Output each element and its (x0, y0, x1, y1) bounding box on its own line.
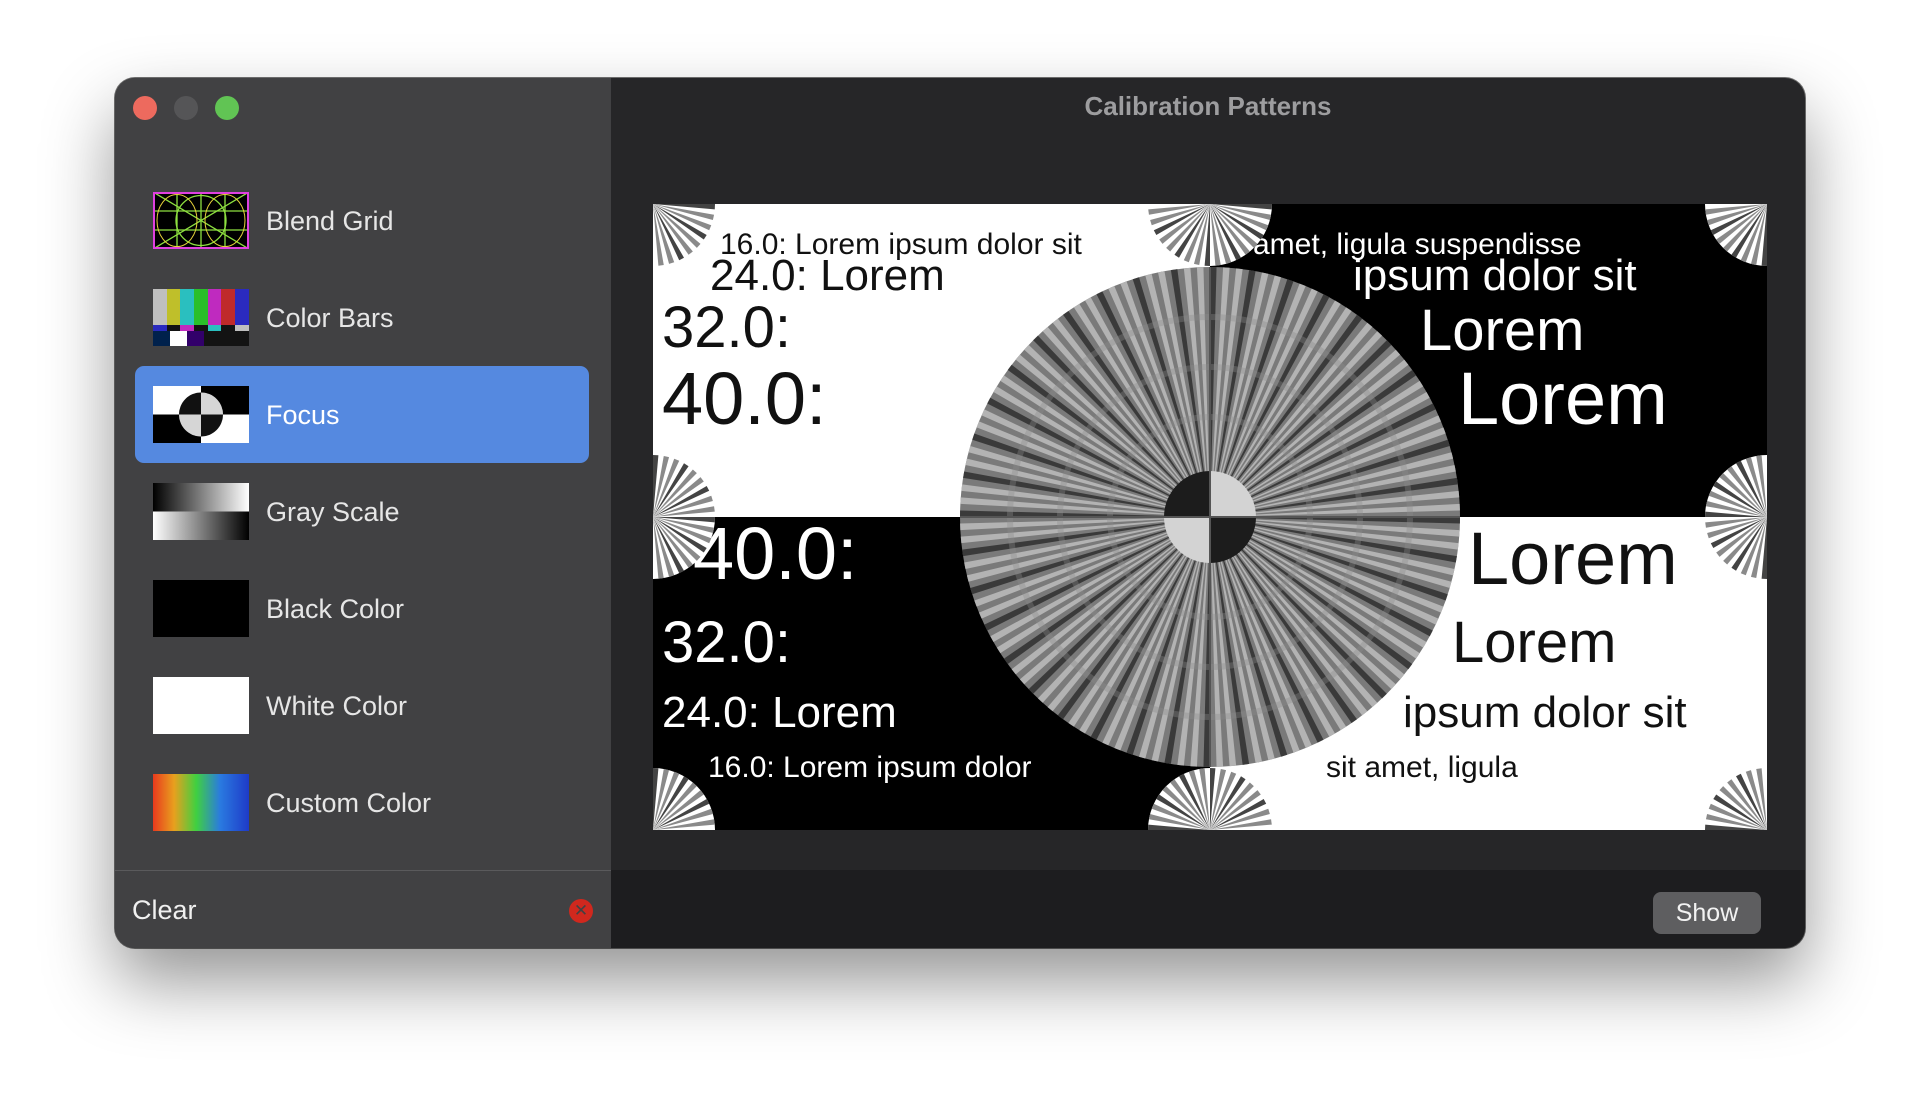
sidebar-item-focus[interactable]: Focus (135, 366, 589, 463)
clear-label: Clear (132, 895, 197, 925)
traffic-lights (133, 96, 239, 120)
corner-focus-star (653, 455, 715, 579)
pattern-list: Blend Grid Color Bars Focus Gray Scale B… (135, 172, 589, 851)
clear-x-icon[interactable]: ✕ (569, 899, 593, 923)
corner-focus-star (1148, 768, 1272, 830)
sidebar-item-label: Focus (266, 400, 340, 430)
sidebar-item-label: Custom Color (266, 788, 432, 818)
corner-focus-star (1705, 455, 1767, 579)
corner-focus-star (653, 204, 715, 266)
corner-focus-star (1705, 768, 1767, 830)
white-color-icon (153, 677, 249, 734)
bottom-toolbar: Show (611, 870, 1805, 948)
gray-scale-icon (153, 483, 249, 540)
show-button[interactable]: Show (1653, 892, 1761, 934)
calibration-window: Blend Grid Color Bars Focus Gray Scale B… (115, 78, 1805, 948)
color-bars-icon (153, 289, 249, 346)
sidebar-footer: Clear ✕ (115, 870, 611, 948)
black-color-icon (153, 580, 249, 637)
sidebar: Blend Grid Color Bars Focus Gray Scale B… (115, 78, 611, 948)
custom-color-icon (153, 774, 249, 831)
minimize-window-button[interactable] (174, 96, 198, 120)
sidebar-item-color-bars[interactable]: Color Bars (135, 269, 589, 366)
sidebar-item-label: Blend Grid (266, 206, 394, 236)
sidebar-item-label: Color Bars (266, 303, 394, 333)
corner-focus-star (1148, 204, 1272, 266)
siemens-star-graphic (653, 204, 1767, 830)
sidebar-item-label: White Color (266, 691, 408, 721)
corner-focus-star (653, 768, 715, 830)
window-title: Calibration Patterns (1084, 91, 1332, 121)
sidebar-item-label: Black Color (266, 594, 405, 624)
sidebar-item-black-color[interactable]: Black Color (135, 560, 589, 657)
sidebar-item-gray-scale[interactable]: Gray Scale (135, 463, 589, 560)
zoom-window-button[interactable] (215, 96, 239, 120)
sidebar-item-blend-grid[interactable]: Blend Grid (135, 172, 589, 269)
sidebar-item-label: Gray Scale (266, 497, 400, 527)
sidebar-item-custom-color[interactable]: Custom Color (135, 754, 589, 851)
close-window-button[interactable] (133, 96, 157, 120)
focus-pattern-preview: 16.0: Lorem ipsum dolor sit 24.0: Lorem … (653, 204, 1767, 830)
sidebar-item-white-color[interactable]: White Color (135, 657, 589, 754)
blend-grid-icon (153, 192, 249, 249)
corner-focus-star (1705, 204, 1767, 266)
focus-icon (153, 386, 249, 443)
